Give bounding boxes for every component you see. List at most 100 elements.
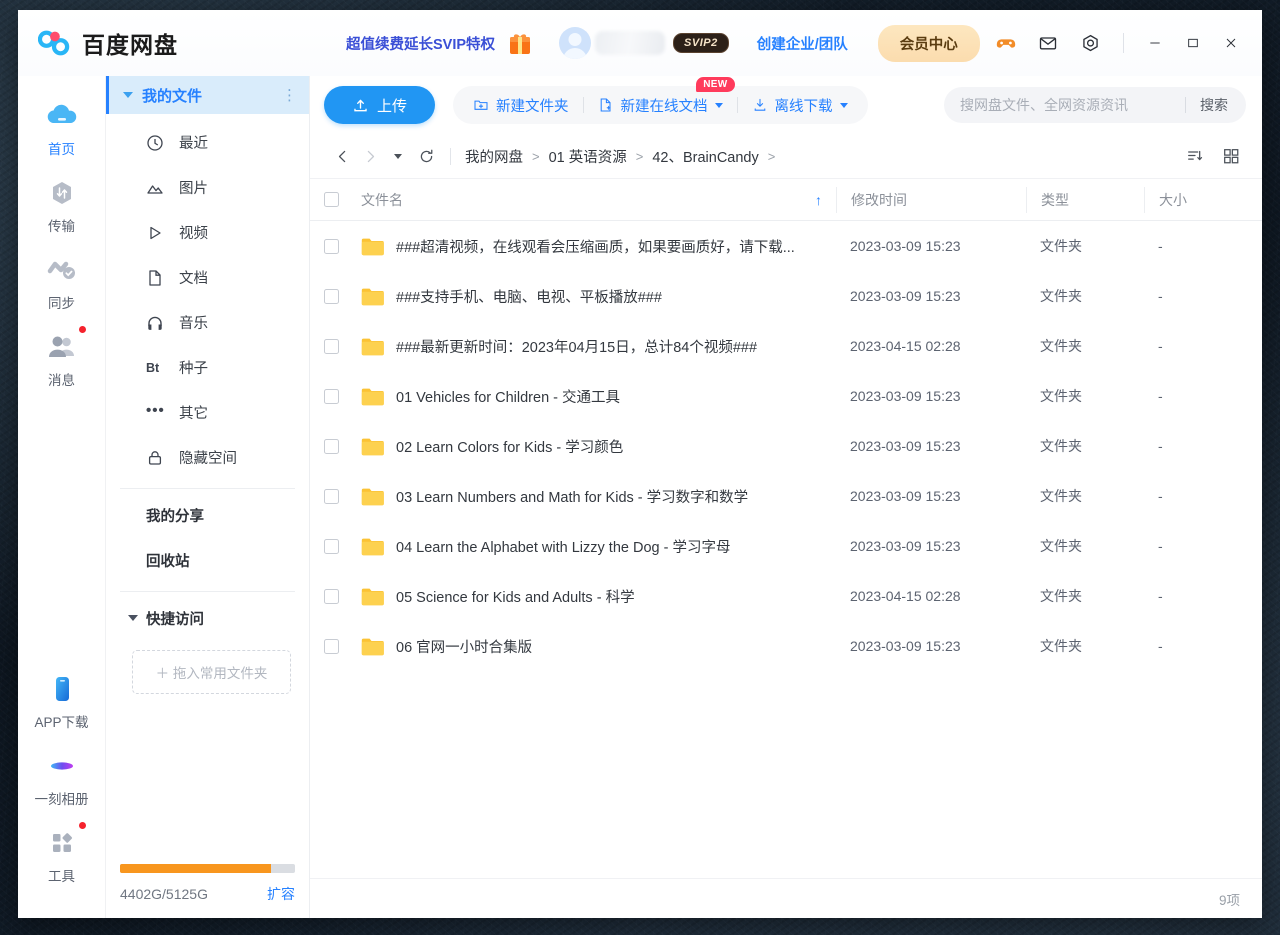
row-checkbox[interactable]: [324, 389, 339, 404]
sidebar-item-recycle-bin[interactable]: 回收站: [106, 538, 309, 583]
sidebar-item-label: 隐藏空间: [179, 447, 237, 468]
sidebar-item-recent[interactable]: 最近: [106, 120, 309, 165]
rail-item-app-download[interactable]: APP下载: [27, 665, 97, 738]
column-header-time[interactable]: 修改时间: [836, 187, 1026, 213]
sidebar-item-my-shares[interactable]: 我的分享: [106, 493, 309, 538]
file-size: -: [1144, 333, 1262, 359]
table-row[interactable]: ###超清视频，在线观看会压缩画质，如果要画质好，请下载...2023-03-0…: [310, 221, 1262, 271]
create-team-link[interactable]: 创建企业/团队: [757, 33, 848, 54]
sidebar-item-others[interactable]: ••• 其它: [106, 390, 309, 435]
table-row[interactable]: 05 Science for Kids and Adults - 科学2023-…: [310, 571, 1262, 621]
mail-icon[interactable]: [1029, 24, 1067, 62]
column-header-name[interactable]: 文件名 ↑: [339, 190, 836, 210]
quick-access-dropzone[interactable]: ＋ 拖入常用文件夹: [132, 650, 291, 694]
file-name-cell[interactable]: 03 Learn Numbers and Math for Kids - 学习数…: [339, 486, 836, 507]
forward-button[interactable]: [356, 142, 384, 170]
file-name-label: 05 Science for Kids and Adults - 科学: [396, 586, 635, 607]
file-name-cell[interactable]: 05 Science for Kids and Adults - 科学: [339, 586, 836, 607]
avatar[interactable]: [559, 27, 591, 59]
grid-view-button[interactable]: [1216, 142, 1246, 170]
tools-grid-icon: [45, 828, 79, 858]
select-all-checkbox[interactable]: [324, 192, 339, 207]
search-button[interactable]: 搜索: [1186, 95, 1242, 115]
row-checkbox[interactable]: [324, 439, 339, 454]
file-name-cell[interactable]: 01 Vehicles for Children - 交通工具: [339, 386, 836, 407]
tree-header-my-files[interactable]: 我的文件 ⋮: [106, 76, 309, 114]
quick-access-header[interactable]: 快捷访问: [106, 596, 309, 640]
column-header-type[interactable]: 类型: [1026, 187, 1144, 213]
file-name-cell[interactable]: ###最新更新时间：2023年04月15日，总计84个视频###: [339, 336, 836, 357]
sidebar-item-hidden-space[interactable]: 隐藏空间: [106, 435, 309, 480]
rail-item-album[interactable]: 一刻相册: [27, 742, 97, 815]
new-online-doc-button[interactable]: 新建在线文档 NEW: [584, 90, 737, 120]
file-name-cell[interactable]: 02 Learn Colors for Kids - 学习颜色: [339, 436, 836, 457]
file-name-cell[interactable]: 06 官网一小时合集版: [339, 636, 836, 657]
gamepad-icon[interactable]: [987, 24, 1025, 62]
upload-button[interactable]: 上传: [324, 86, 435, 124]
notification-dot: [78, 325, 87, 334]
column-header-size[interactable]: 大小: [1144, 187, 1262, 213]
user-block[interactable]: SVIP2: [559, 27, 729, 59]
file-modified-time: 2023-03-09 15:23: [836, 383, 1026, 409]
table-row[interactable]: 03 Learn Numbers and Math for Kids - 学习数…: [310, 471, 1262, 521]
app-body: 首页 传输 同步: [18, 76, 1262, 918]
back-button[interactable]: [328, 142, 356, 170]
row-checkbox[interactable]: [324, 589, 339, 604]
close-button[interactable]: [1214, 28, 1248, 58]
folder-icon: [361, 487, 384, 506]
row-checkbox[interactable]: [324, 239, 339, 254]
breadcrumb-item-0[interactable]: 我的网盘: [465, 146, 523, 167]
row-checkbox[interactable]: [324, 489, 339, 504]
file-name-cell[interactable]: ###支持手机、电脑、电视、平板播放###: [339, 286, 836, 307]
breadcrumb-item-1[interactable]: 01 英语资源: [549, 146, 627, 167]
table-row[interactable]: ###最新更新时间：2023年04月15日，总计84个视频###2023-04-…: [310, 321, 1262, 371]
sidebar-item-music[interactable]: 音乐: [106, 300, 309, 345]
title-bar-actions: [987, 24, 1248, 62]
table-row[interactable]: 04 Learn the Alphabet with Lizzy the Dog…: [310, 521, 1262, 571]
sidebar-item-documents[interactable]: 文档: [106, 255, 309, 300]
storage-section: 4402G/5125G 扩容: [106, 864, 309, 918]
svip-promo-link[interactable]: 超值续费延长SVIP特权: [346, 33, 495, 54]
gift-icon[interactable]: [507, 30, 533, 56]
vip-center-button[interactable]: 会员中心: [878, 25, 980, 62]
table-row[interactable]: 06 官网一小时合集版2023-03-09 15:23文件夹-: [310, 621, 1262, 671]
row-checkbox[interactable]: [324, 289, 339, 304]
sidebar-item-videos[interactable]: 视频: [106, 210, 309, 255]
sidebar-item-torrents[interactable]: Bt 种子: [106, 345, 309, 390]
sidebar-item-images[interactable]: 图片: [106, 165, 309, 210]
search-bar[interactable]: 搜索: [944, 87, 1246, 123]
baidu-netdisk-window: 百度网盘 超值续费延长SVIP特权 SVIP2 创建企业/团队 会员中心: [18, 10, 1262, 918]
table-row[interactable]: 01 Vehicles for Children - 交通工具2023-03-0…: [310, 371, 1262, 421]
row-checkbox[interactable]: [324, 339, 339, 354]
file-type: 文件夹: [1026, 233, 1144, 259]
search-input[interactable]: [960, 97, 1185, 113]
folder-icon: [361, 437, 384, 456]
table-row[interactable]: 02 Learn Colors for Kids - 学习颜色2023-03-0…: [310, 421, 1262, 471]
breadcrumb-item-2[interactable]: 42、BrainCandy: [652, 146, 758, 167]
maximize-button[interactable]: [1176, 28, 1210, 58]
table-row[interactable]: ###支持手机、电脑、电视、平板播放###2023-03-09 15:23文件夹…: [310, 271, 1262, 321]
kebab-menu-icon[interactable]: ⋮: [282, 88, 297, 103]
minimize-button[interactable]: [1138, 28, 1172, 58]
refresh-button[interactable]: [412, 142, 440, 170]
file-modified-time: 2023-03-09 15:23: [836, 433, 1026, 459]
file-modified-time: 2023-04-15 02:28: [836, 333, 1026, 359]
rail-item-messages[interactable]: 消息: [27, 323, 97, 396]
file-size: -: [1144, 433, 1262, 459]
offline-download-button[interactable]: 离线下载: [738, 90, 862, 120]
file-size: -: [1144, 583, 1262, 609]
action-toolbar: 上传 新建文件夹 新建在线文档: [310, 76, 1262, 134]
file-name-cell[interactable]: 04 Learn the Alphabet with Lizzy the Dog…: [339, 536, 836, 557]
history-dropdown-button[interactable]: [384, 142, 412, 170]
sort-button[interactable]: [1180, 142, 1210, 170]
expand-storage-link[interactable]: 扩容: [267, 884, 295, 904]
row-checkbox[interactable]: [324, 639, 339, 654]
rail-item-transfer[interactable]: 传输: [27, 169, 97, 242]
row-checkbox[interactable]: [324, 539, 339, 554]
new-folder-button[interactable]: 新建文件夹: [459, 90, 583, 120]
settings-gear-icon[interactable]: [1071, 24, 1109, 62]
rail-item-tools[interactable]: 工具: [27, 819, 97, 892]
file-name-cell[interactable]: ###超清视频，在线观看会压缩画质，如果要画质好，请下载...: [339, 236, 836, 257]
rail-item-sync[interactable]: 同步: [27, 246, 97, 319]
rail-item-home[interactable]: 首页: [27, 92, 97, 165]
